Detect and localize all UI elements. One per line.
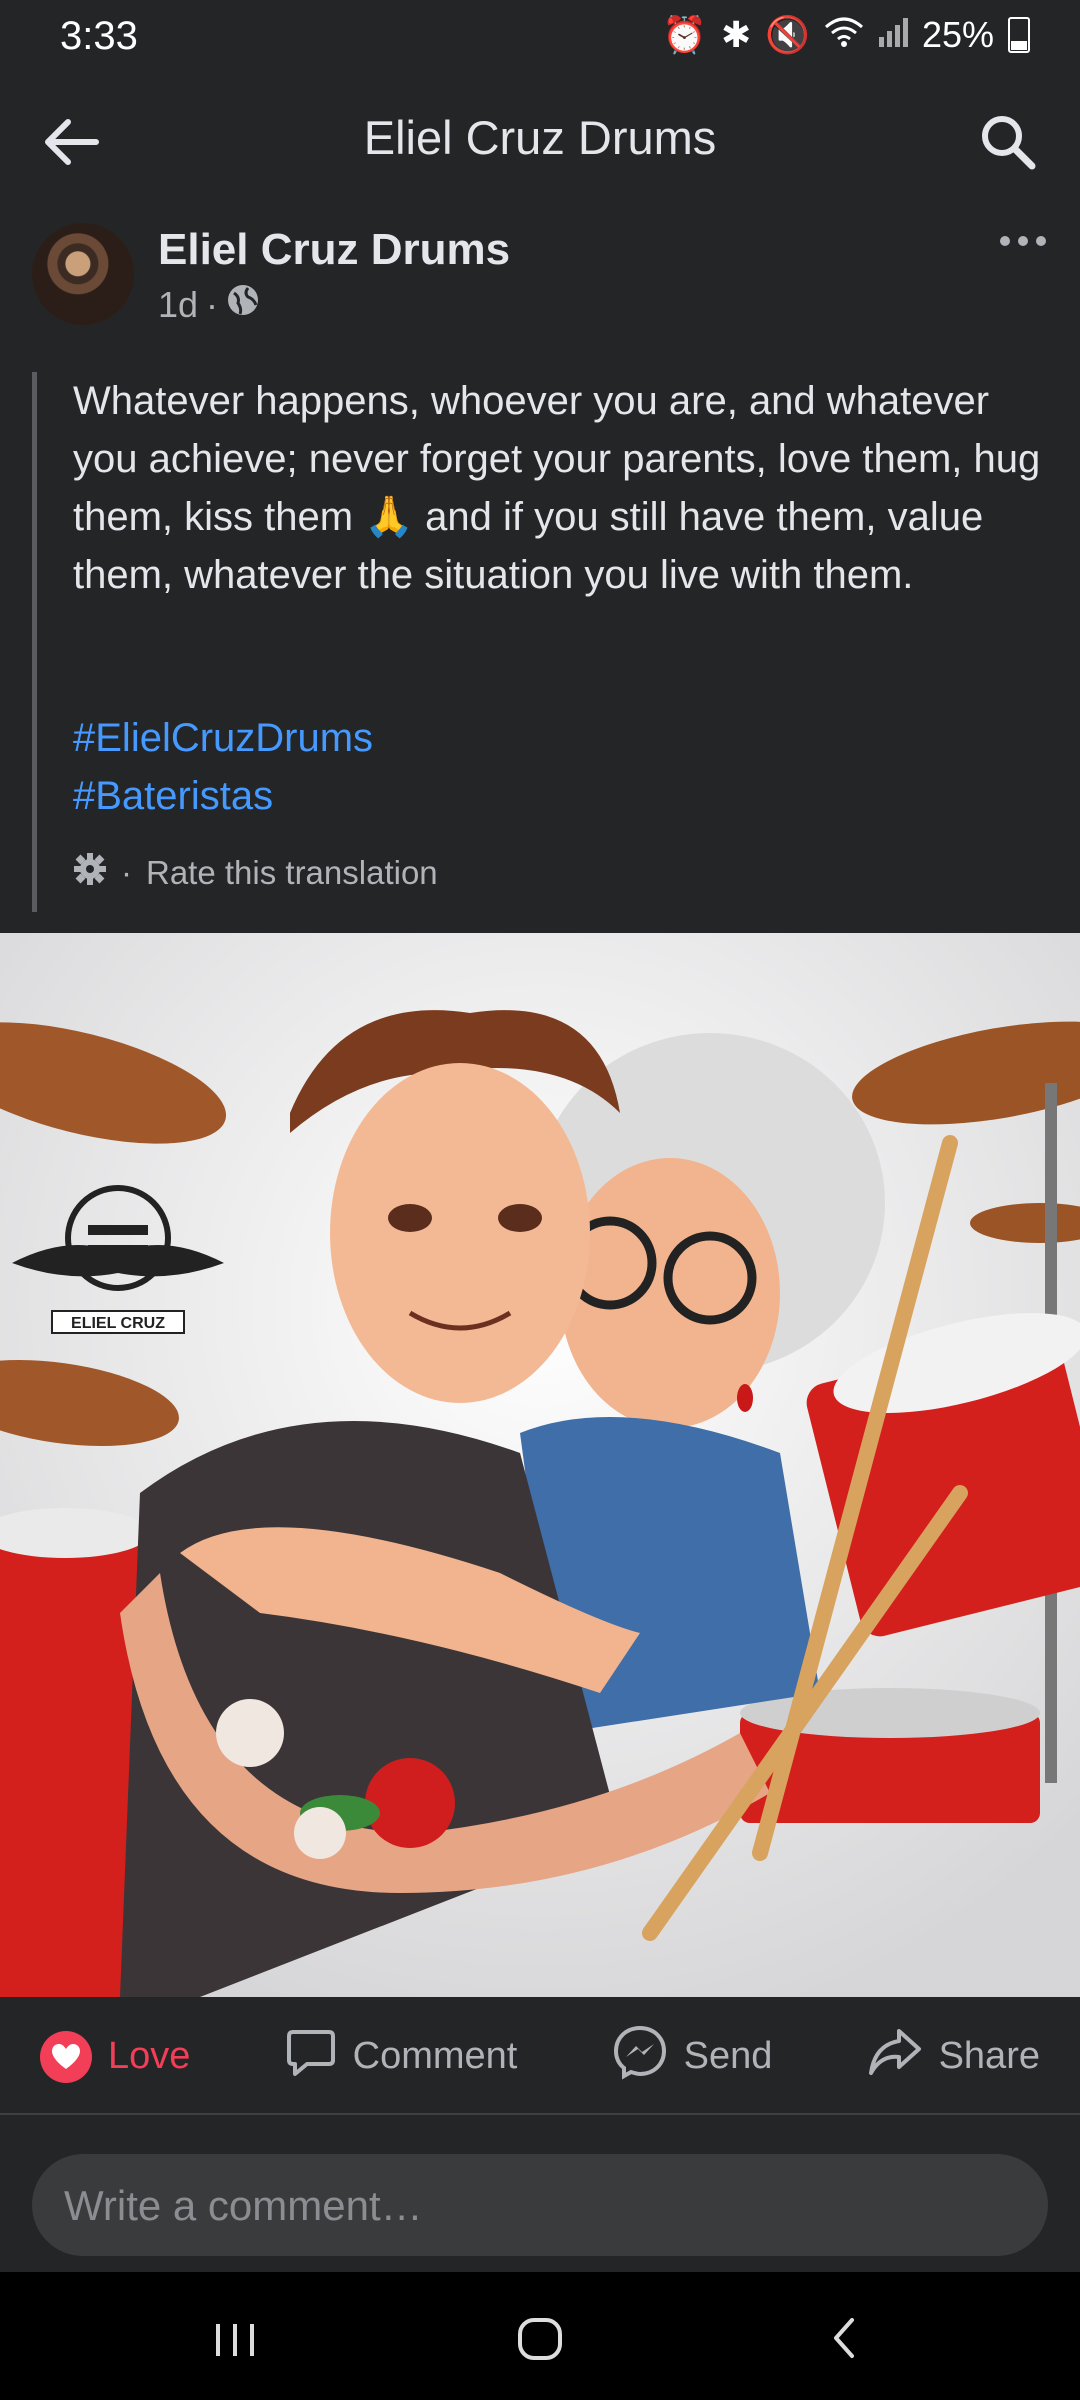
- system-nav-bar: [0, 2272, 1080, 2400]
- comment-box: [32, 2154, 1048, 2258]
- wifi-icon: [824, 14, 864, 56]
- rate-dot: ·: [121, 854, 132, 891]
- comment-icon: [285, 2026, 337, 2088]
- post-meta: 1d ·: [158, 283, 260, 326]
- comment-label: Comment: [352, 2035, 518, 2077]
- post-image[interactable]: ELIEL CRUZ: [0, 933, 1080, 1997]
- hashtag-link[interactable]: #Bateristas: [73, 774, 273, 819]
- love-label: Love: [108, 2035, 191, 2077]
- back-nav-icon[interactable]: [810, 2308, 880, 2368]
- globe-icon: [226, 283, 260, 326]
- hashtag-link[interactable]: #ElielCruzDrums: [73, 716, 373, 761]
- battery-icon: [1008, 17, 1030, 53]
- home-icon[interactable]: [505, 2308, 575, 2368]
- author-name[interactable]: Eliel Cruz Drums: [158, 225, 510, 275]
- rate-translation[interactable]: · Rate this translation: [73, 852, 438, 894]
- comment-button[interactable]: Comment: [285, 2026, 518, 2088]
- bluetooth-icon: ✱: [720, 14, 752, 55]
- top-bar: Eliel Cruz Drums: [0, 90, 1080, 186]
- post-age[interactable]: 1d: [158, 284, 198, 326]
- heart-icon: [40, 2030, 92, 2083]
- send-button[interactable]: Send: [612, 2024, 773, 2090]
- mute-icon: 🔇: [765, 14, 810, 55]
- send-label: Send: [683, 2035, 773, 2077]
- share-icon: [867, 2027, 923, 2087]
- share-button[interactable]: Share: [867, 2027, 1040, 2087]
- author-avatar[interactable]: [32, 223, 134, 325]
- recent-apps-icon[interactable]: [200, 2308, 270, 2368]
- rate-translation-label: Rate this translation: [146, 854, 438, 891]
- meta-separator: ·: [206, 283, 219, 325]
- gear-icon: [73, 852, 107, 894]
- logo-text: ELIEL CRUZ: [71, 1315, 165, 1332]
- share-label: Share: [938, 2035, 1040, 2077]
- post-header: Eliel Cruz Drums 1d ·: [0, 215, 1080, 335]
- status-bar: 3:33 ⏰ ✱ 🔇 25%: [0, 0, 1080, 80]
- alarm-icon: ⏰: [662, 14, 707, 55]
- status-icons: ⏰ ✱ 🔇 25%: [662, 14, 1030, 56]
- status-time: 3:33: [60, 14, 138, 58]
- search-icon[interactable]: [976, 110, 1040, 174]
- page-title: Eliel Cruz Drums: [363, 111, 717, 164]
- post-text: Whatever happens, whoever you are, and w…: [73, 379, 1041, 597]
- post-action-bar: Love Comment Send Share: [0, 2000, 1080, 2115]
- post-body: Whatever happens, whoever you are, and w…: [32, 372, 1047, 912]
- more-options-icon[interactable]: [998, 231, 1048, 251]
- messenger-icon: [612, 2024, 668, 2090]
- signal-icon: [878, 14, 908, 56]
- comment-input[interactable]: [62, 2154, 1016, 2258]
- battery-percent: 25%: [921, 14, 994, 55]
- post-illustration: ELIEL CRUZ: [0, 933, 1080, 1997]
- love-button[interactable]: Love: [40, 2030, 191, 2083]
